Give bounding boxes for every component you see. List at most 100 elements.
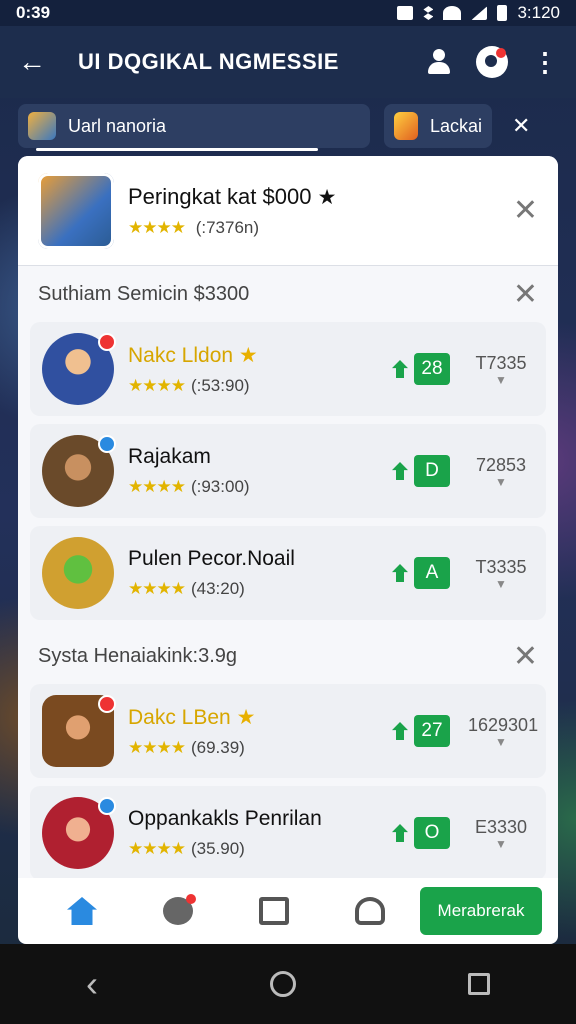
- player-name: Nakc Lldon: [128, 343, 234, 367]
- primary-action-button[interactable]: Merabrerak: [420, 887, 542, 935]
- score-badge: 27: [414, 715, 450, 747]
- rating-stars: ★★★★: [128, 375, 186, 395]
- bottom-nav: Merabrerak: [18, 878, 558, 944]
- battery-icon: [497, 5, 508, 21]
- close-section-icon[interactable]: ✕: [513, 639, 538, 674]
- player-avatar: [42, 797, 116, 869]
- nfc-icon: [397, 6, 414, 20]
- section-header: Systa Henaiakink:3.9g ✕: [18, 628, 558, 684]
- player-rating: (:53:90): [190, 375, 250, 395]
- star-icon: ★: [317, 185, 337, 209]
- top-card-title: Peringkat kat $000: [128, 183, 312, 209]
- crown-icon: ★: [238, 343, 258, 367]
- filter-chip-avatar-icon: [394, 112, 418, 140]
- leaderboard-icon: [259, 897, 289, 925]
- search-value: Uarl nanoria: [68, 115, 167, 136]
- player-rating: (69.39): [190, 737, 245, 757]
- user-icon: [355, 897, 385, 925]
- rank-value[interactable]: 72853 ▼: [468, 455, 534, 488]
- section-header: Suthiam Semicin $3300 ✕: [18, 266, 558, 322]
- system-home-icon[interactable]: [270, 971, 296, 997]
- player-avatar: [42, 333, 116, 405]
- chevron-down-icon: ▼: [495, 836, 507, 851]
- nav-home[interactable]: [34, 897, 130, 925]
- more-options-icon[interactable]: ⋮: [532, 49, 558, 75]
- nav-games[interactable]: [130, 894, 226, 925]
- rank-up-icon: [392, 722, 408, 740]
- top-card-rating: (:7376n): [195, 217, 260, 237]
- rank-up-icon: [392, 360, 408, 378]
- player-rating: (35.90): [190, 839, 245, 858]
- close-section-icon[interactable]: ✕: [513, 277, 538, 312]
- player-row[interactable]: Rajakam ★★★★ (:93:00) D 72853 ▼: [30, 424, 546, 518]
- player-avatar: [42, 695, 116, 767]
- search-input[interactable]: Uarl nanoria: [18, 104, 370, 148]
- badge-icon: [98, 435, 116, 453]
- signal-icon: [471, 6, 488, 20]
- notification-ball-icon[interactable]: [476, 46, 508, 78]
- chevron-down-icon: ▼: [495, 372, 507, 387]
- close-icon[interactable]: ✕: [513, 193, 538, 228]
- search-avatar-icon: [28, 112, 56, 140]
- player-name: Rajakam: [128, 445, 211, 468]
- system-nav-bar: ‹: [0, 944, 576, 1024]
- score-badge: A: [414, 557, 450, 589]
- results-panel: Peringkat kat $000 ★ ★★★★ (:7376n) ✕ Sut…: [18, 156, 558, 880]
- chevron-down-icon: ▼: [495, 474, 507, 489]
- section-title: Suthiam Semicin $3300: [38, 282, 250, 305]
- chevron-down-icon: ▼: [495, 734, 507, 749]
- rating-stars: ★★★★: [128, 579, 186, 598]
- system-back-icon[interactable]: ‹: [86, 963, 98, 1005]
- bluetooth-icon: [423, 6, 434, 20]
- filter-chip-label: Lackai: [429, 115, 482, 136]
- player-name: Pulen Pecor.Noail: [128, 547, 295, 570]
- search-underline: [36, 148, 318, 151]
- rating-stars: ★★★★: [128, 737, 186, 757]
- badge-icon: [98, 333, 116, 351]
- rank-up-icon: [392, 564, 408, 582]
- system-recents-icon[interactable]: [468, 973, 490, 995]
- nav-leaderboard[interactable]: [226, 897, 322, 925]
- profile-icon[interactable]: [426, 49, 452, 75]
- rank-up-icon: [392, 824, 408, 842]
- clear-filter-icon[interactable]: ✕: [512, 113, 530, 139]
- app-title: UI DQGIKAL NGMESSIE: [78, 49, 339, 74]
- rating-stars: ★★★★: [128, 839, 186, 858]
- filter-chip[interactable]: Lackai: [384, 104, 492, 148]
- player-row[interactable]: Nakc Lldon ★ ★★★★ (:53:90) 28 T7335 ▼: [30, 322, 546, 416]
- home-icon: [67, 897, 97, 925]
- nav-profile[interactable]: [322, 897, 418, 925]
- player-name: Dakc LBen: [128, 705, 231, 729]
- score-badge: D: [414, 455, 450, 487]
- rank-value[interactable]: T7335 ▼: [468, 353, 534, 386]
- player-row[interactable]: Dakc LBen ★ ★★★★ (69.39) 27 1629301 ▼: [30, 684, 546, 778]
- player-rating: (:93:00): [190, 477, 250, 496]
- player-name: Oppankakls Penrilan: [128, 807, 322, 830]
- back-arrow-icon[interactable]: ←: [18, 46, 58, 78]
- player-avatar: [42, 435, 116, 507]
- player-rating: (43:20): [190, 579, 245, 598]
- score-badge: O: [414, 817, 450, 849]
- chevron-down-icon: ▼: [495, 576, 507, 591]
- badge-icon: [98, 695, 116, 713]
- status-clock: 3:120: [517, 3, 560, 22]
- rank-value[interactable]: 1629301 ▼: [468, 715, 538, 749]
- wifi-icon: [443, 6, 462, 20]
- rank-value[interactable]: T3335 ▼: [468, 557, 534, 590]
- ball-icon: [163, 894, 196, 925]
- badge-icon: [98, 797, 116, 815]
- player-avatar: [42, 537, 114, 609]
- rating-stars: ★★★★: [128, 477, 186, 496]
- search-chip-bar: Uarl nanoria Lackai ✕: [18, 98, 558, 154]
- status-time: 0:39: [16, 3, 51, 22]
- player-row[interactable]: Oppankakls Penrilan ★★★★ (35.90) O E3330 ▼: [30, 786, 546, 880]
- crown-icon: ★: [236, 705, 256, 729]
- rank-value[interactable]: E3330 ▼: [468, 817, 534, 850]
- app-bar: ← UI DQGIKAL NGMESSIE ⋮: [0, 26, 576, 98]
- game-thumbnail: [38, 172, 114, 249]
- score-badge: 28: [414, 353, 450, 385]
- player-row[interactable]: Pulen Pecor.Noail ★★★★ (43:20) A T3335 ▼: [30, 526, 546, 620]
- rating-stars: ★★★★: [128, 217, 186, 237]
- section-title: Systa Henaiakink:3.9g: [38, 644, 238, 667]
- top-game-card[interactable]: Peringkat kat $000 ★ ★★★★ (:7376n) ✕: [18, 156, 558, 266]
